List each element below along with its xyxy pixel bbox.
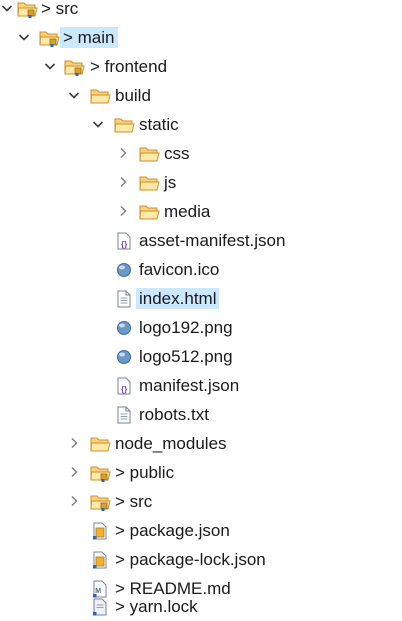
tree-item-index-html[interactable]: index.html [0, 284, 402, 313]
package-folder-icon [38, 23, 60, 52]
package-folder-icon [63, 52, 85, 81]
tree-item-label: > src [41, 0, 79, 18]
text-file-icon [113, 284, 135, 313]
tree-item-static[interactable]: static [0, 110, 402, 139]
tree-item-label: media [164, 202, 211, 221]
tree-item-label: > main [60, 27, 118, 48]
tree-item-label: > frontend [90, 57, 168, 76]
chevron-right-icon[interactable] [116, 139, 130, 168]
package-folder-icon [89, 458, 111, 487]
chevron-down-icon[interactable] [17, 23, 31, 52]
chevron-right-icon[interactable] [67, 458, 81, 487]
tree-item-label: build [115, 86, 151, 105]
globe-file-icon [113, 255, 135, 284]
folder-icon [89, 81, 111, 110]
folder-icon [89, 429, 111, 458]
tree-item-media[interactable]: media [0, 197, 402, 226]
tree-item-label: manifest.json [139, 376, 240, 395]
tree-item-css[interactable]: css [0, 139, 402, 168]
tree-item-yarn-lock[interactable]: > yarn.lock [0, 592, 402, 621]
tree-item-src[interactable]: > src [0, 0, 402, 23]
chevron-down-icon[interactable] [0, 0, 14, 23]
tree-item-favicon[interactable]: favicon.ico [0, 255, 402, 284]
tree-item-label: js [164, 173, 177, 192]
tree-item-label: favicon.ico [139, 260, 220, 279]
text-file-modified-icon [89, 592, 111, 621]
tree-item-manifest[interactable]: manifest.json [0, 371, 402, 400]
package-folder-icon [16, 0, 38, 23]
json-file-icon [113, 226, 135, 255]
tree-item-frontend[interactable]: > frontend [0, 52, 402, 81]
globe-file-icon [113, 342, 135, 371]
json-file-modified-icon [89, 545, 111, 574]
chevron-down-icon[interactable] [91, 110, 105, 139]
tree-item-robots[interactable]: robots.txt [0, 400, 402, 429]
tree-item-node-modules[interactable]: node_modules [0, 429, 402, 458]
text-file-icon [113, 400, 135, 429]
tree-item-label: robots.txt [139, 405, 209, 424]
tree-item-js[interactable]: js [0, 168, 402, 197]
tree-item-public[interactable]: > public [0, 458, 402, 487]
tree-item-label: index.html [136, 288, 220, 309]
folder-icon [138, 139, 160, 168]
folder-icon [138, 168, 160, 197]
tree-item-src-frontend[interactable]: > src [0, 487, 402, 516]
tree-item-main[interactable]: > main [0, 23, 402, 52]
tree-item-label: > package-lock.json [115, 550, 266, 569]
chevron-down-icon[interactable] [67, 81, 81, 110]
tree-item-logo512[interactable]: logo512.png [0, 342, 402, 371]
tree-item-label: > src [115, 492, 153, 511]
globe-file-icon [113, 313, 135, 342]
chevron-right-icon[interactable] [116, 168, 130, 197]
tree-item-label: static [139, 115, 179, 134]
json-file-modified-icon [89, 516, 111, 545]
folder-icon [113, 110, 135, 139]
tree-item-logo192[interactable]: logo192.png [0, 313, 402, 342]
tree-item-label: > public [115, 463, 175, 482]
tree-item-label: node_modules [115, 434, 227, 453]
tree-item-package-lock[interactable]: > package-lock.json [0, 545, 402, 574]
chevron-right-icon[interactable] [67, 487, 81, 516]
chevron-down-icon[interactable] [43, 52, 57, 81]
json-file-icon [113, 371, 135, 400]
tree-item-label: > package.json [115, 521, 230, 540]
tree-item-label: > yarn.lock [115, 597, 198, 616]
tree-item-package-json[interactable]: > package.json [0, 516, 402, 545]
tree-item-build[interactable]: build [0, 81, 402, 110]
chevron-right-icon[interactable] [67, 429, 81, 458]
tree-item-label: asset-manifest.json [139, 231, 286, 250]
chevron-right-icon[interactable] [116, 197, 130, 226]
package-folder-icon [89, 487, 111, 516]
tree-item-label: css [164, 144, 190, 163]
tree-item-label: logo192.png [139, 318, 233, 337]
folder-icon [138, 197, 160, 226]
tree-item-asset-manifest[interactable]: asset-manifest.json [0, 226, 402, 255]
tree-item-label: logo512.png [139, 347, 233, 366]
